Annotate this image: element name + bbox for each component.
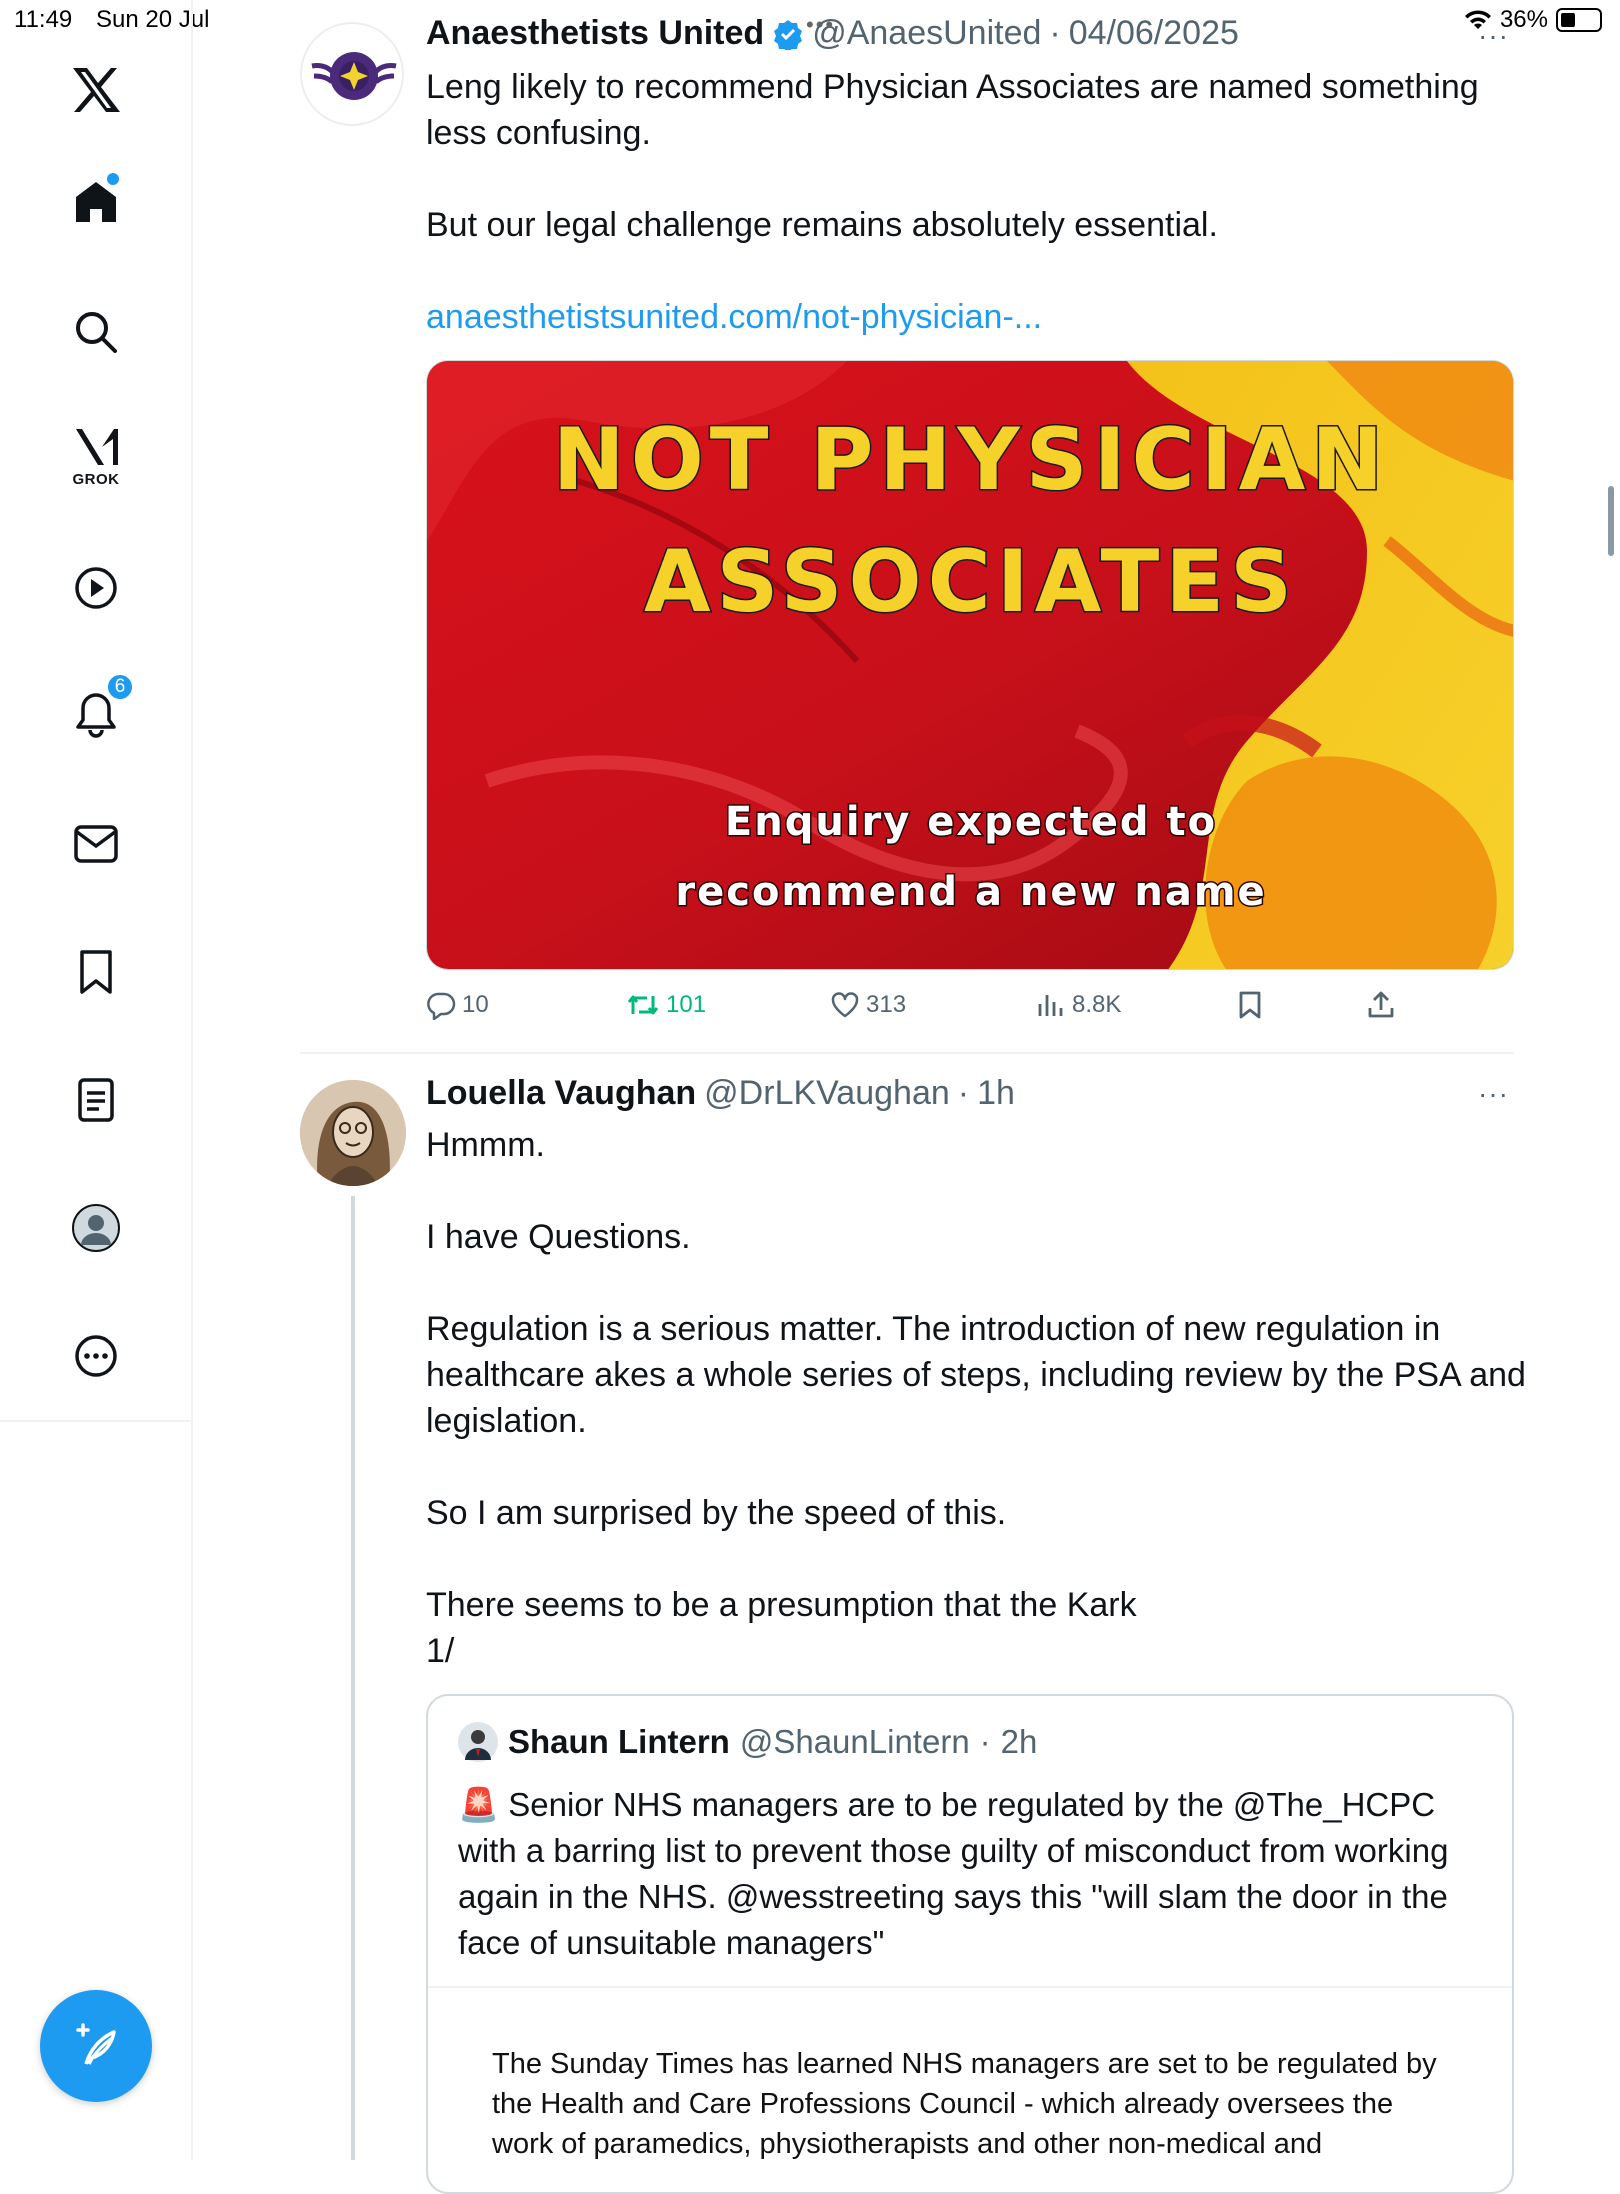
tweet1-line: Leng likely to recommend Physician Assoc… [426, 68, 1479, 152]
separator-dot: · [957, 1074, 970, 1112]
tweet2-header: Louella Vaughan @DrLKVaughan · 1h [426, 1074, 1015, 1113]
post-time[interactable]: 1h [977, 1074, 1015, 1113]
media-title-line2: ASSOCIATES [644, 532, 1298, 632]
tweet2-paragraph: So I am surprised by the speed of this. [426, 1494, 1007, 1532]
share-button[interactable] [1366, 990, 1396, 1020]
quote-time[interactable]: 2h [1001, 1723, 1038, 1761]
grok-icon [76, 428, 118, 465]
home-unread-dot [107, 173, 119, 185]
anaesthetists-united-logo [311, 52, 397, 100]
tweet1-media-image[interactable]: NOT PHYSICIAN ASSOCIATES Enquiry expecte… [426, 360, 1514, 970]
profile-avatar-icon [72, 1204, 120, 1252]
heart-icon [831, 992, 859, 1018]
quote-author-name[interactable]: Shaun Lintern [508, 1723, 730, 1761]
bookmark-icon [80, 950, 112, 994]
sidebar-item-notifications[interactable]: 6 [48, 666, 144, 762]
tweet2-paragraph: Hmmm. [426, 1126, 545, 1164]
tweet1-text: Leng likely to recommend Physician Assoc… [426, 64, 1516, 340]
separator-dot: · [1049, 14, 1061, 52]
repost-button[interactable]: 101 [626, 990, 706, 1020]
bookmark-button[interactable] [1236, 990, 1264, 1020]
tweet1-actions: 10 101 313 8.8K [426, 990, 1426, 1034]
verified-badge-icon [774, 19, 803, 50]
author-name[interactable]: Anaesthetists United [426, 14, 764, 53]
more-circle-icon [75, 1335, 117, 1377]
tweet2-paragraph: Regulation is a serious matter. The intr… [426, 1310, 1526, 1440]
tweet-divider [300, 1052, 1514, 1054]
sidebar-item-search[interactable] [48, 284, 144, 380]
tweet1-line: But our legal challenge remains absolute… [426, 206, 1218, 244]
media-subtitle-line1: Enquiry expected to [725, 799, 1217, 845]
like-button[interactable]: 313 [830, 990, 906, 1020]
sidebar: GROK 6 [0, 0, 193, 2160]
notification-badge: 6 [105, 672, 135, 702]
quote-author-handle[interactable]: @ShaunLintern [740, 1723, 970, 1761]
tweet2-paragraph: There seems to be a presumption that the… [426, 1586, 1137, 1670]
tweet2-paragraph: I have Questions. [426, 1218, 691, 1256]
quote-header: Shaun Lintern @ShaunLintern · 2h [458, 1722, 1037, 1762]
sidebar-item-home[interactable] [48, 154, 144, 250]
compose-post-button[interactable] [40, 1990, 152, 2102]
sidebar-item-lists[interactable] [48, 1052, 144, 1148]
repost-count: 101 [666, 991, 707, 1018]
views-button[interactable]: 8.8K [1036, 990, 1121, 1020]
grok-label: GROK [72, 470, 120, 488]
sidebar-divider [0, 1420, 193, 1422]
author-name[interactable]: Louella Vaughan [426, 1074, 696, 1113]
like-count: 313 [866, 991, 907, 1018]
quote-article-snippet: The Sunday Times has learned NHS manager… [492, 2048, 1437, 2160]
tweet1-more-options-icon[interactable]: ··· [1478, 20, 1509, 52]
avatar-anaesunited[interactable] [300, 22, 404, 126]
bookmark-icon [1239, 991, 1261, 1019]
home-wrap [73, 173, 119, 225]
quote-avatar[interactable] [458, 1722, 498, 1762]
play-icon [75, 567, 117, 609]
media-title-line1: NOT PHYSICIAN [553, 410, 1390, 510]
tweet2-text: Hmmm. I have Questions. Regulation is a … [426, 1122, 1526, 1674]
x-logo[interactable] [48, 42, 144, 138]
x-logo-icon [73, 68, 120, 112]
media-subtitle-line2: recommend a new name [675, 869, 1266, 915]
reply-button[interactable]: 10 [426, 990, 489, 1020]
separator-dot: · [979, 1723, 991, 1760]
avatar-drlkvaughan[interactable] [300, 1080, 406, 1186]
post-date[interactable]: 04/06/2025 [1069, 14, 1239, 53]
sidebar-item-more[interactable] [48, 1308, 144, 1404]
bell-wrap: 6 [73, 672, 135, 738]
compose-feather-icon [76, 2023, 116, 2065]
thread-connector [351, 1196, 355, 2160]
avatar-caricature [300, 1080, 406, 1186]
list-icon [78, 1078, 114, 1122]
author-handle[interactable]: @DrLKVaughan [704, 1074, 950, 1113]
home-icon [76, 182, 116, 222]
quote-divider [428, 1986, 1512, 1988]
author-handle[interactable]: @AnaesUnited [812, 14, 1041, 53]
tweet2-more-options-icon[interactable]: ··· [1478, 1078, 1509, 1110]
views-count: 8.8K [1072, 991, 1122, 1018]
tweet1-link[interactable]: anaesthetistsunited.com/not-physician-..… [426, 294, 1516, 340]
reply-icon [427, 992, 456, 1020]
sidebar-item-video[interactable] [48, 540, 144, 636]
quote-text: 🚨 Senior NHS managers are to be regulate… [458, 1782, 1488, 1966]
media-graphic: NOT PHYSICIAN ASSOCIATES Enquiry expecte… [427, 361, 1513, 969]
siren-emoji: 🚨 [458, 1786, 500, 1823]
mail-icon [74, 825, 118, 863]
scrollbar-thumb[interactable] [1608, 486, 1614, 556]
sidebar-item-messages[interactable] [48, 796, 144, 892]
tweet1-header: Anaesthetists United @AnaesUnited · 04/0… [426, 14, 1239, 53]
quoted-tweet[interactable]: Shaun Lintern @ShaunLintern · 2h 🚨 Senio… [426, 1694, 1514, 2194]
quote-body: Senior NHS managers are to be regulated … [458, 1786, 1449, 1961]
sidebar-item-bookmarks[interactable] [48, 924, 144, 1020]
analytics-icon [1038, 995, 1063, 1016]
share-icon [1368, 991, 1394, 1018]
search-icon [76, 312, 117, 353]
sidebar-item-profile[interactable] [48, 1180, 144, 1276]
sidebar-item-grok[interactable]: GROK [48, 408, 144, 504]
battery-icon [1556, 8, 1602, 32]
reply-count: 10 [462, 991, 489, 1018]
repost-icon [627, 995, 659, 1015]
